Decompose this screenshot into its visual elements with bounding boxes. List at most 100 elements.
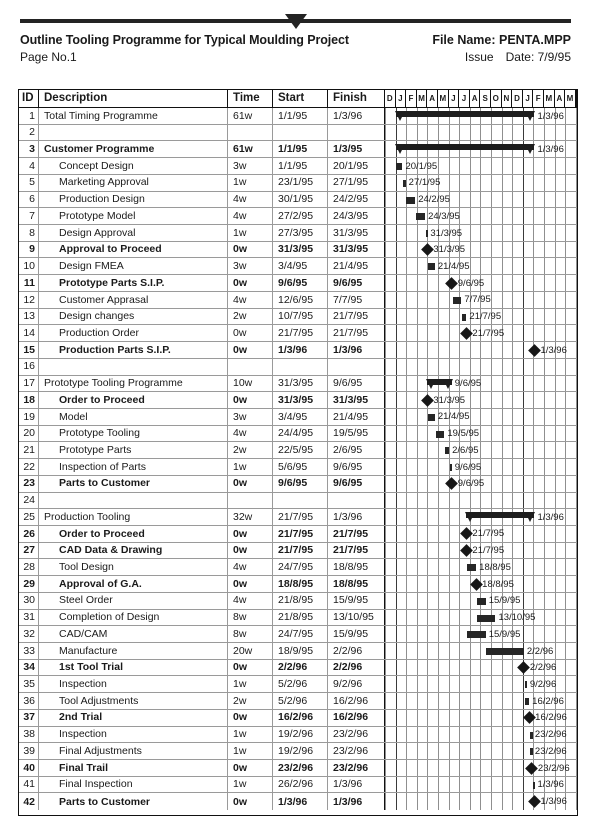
- table-row[interactable]: 27 CAD Data & Drawing 0w 21/7/95 21/7/95 21/7…: [19, 542, 577, 560]
- table-row[interactable]: 31 Completion of Design 8w 21/8/95 13/10/95 1…: [19, 609, 577, 627]
- gantt-task-bar-39[interactable]: [530, 748, 533, 756]
- gridline: [501, 726, 503, 743]
- table-row[interactable]: 2: [19, 124, 577, 142]
- issue-label: Issue: [464, 50, 494, 64]
- cell-start-21: 22/5/95: [273, 442, 328, 459]
- gantt-task-bar-30[interactable]: [477, 597, 486, 605]
- gantt-task-bar-22[interactable]: [449, 464, 453, 472]
- cell-finish-1: 1/3/96: [328, 108, 385, 124]
- table-row[interactable]: 8 Design Approval 1w 27/3/95 31/3/95 31/3/95: [19, 225, 577, 242]
- gantt-task-bar-5[interactable]: [403, 179, 406, 187]
- gridline: [469, 643, 471, 659]
- table-row[interactable]: 35 Inspection 1w 5/2/96 9/2/96 9/2/96: [19, 676, 577, 694]
- gantt-task-bar-4[interactable]: [395, 163, 403, 171]
- gantt-task-bar-13[interactable]: [462, 313, 467, 321]
- table-row[interactable]: 42 Parts to Customer 0w 1/3/96 1/3/96 1/3/96: [19, 793, 577, 811]
- table-row[interactable]: 40 Final Trail 0w 23/2/96 23/2/96 23/2/96: [19, 760, 577, 777]
- gantt-task-bar-32[interactable]: [467, 631, 486, 639]
- gantt-task-bar-10[interactable]: [427, 263, 435, 271]
- gridline: [512, 760, 514, 776]
- table-row[interactable]: 9 Approval to Proceed 0w 31/3/95 31/3/95 31/3…: [19, 241, 577, 259]
- gantt-task-bar-8[interactable]: [425, 230, 429, 238]
- gridline: [554, 559, 556, 576]
- gantt-summary-bar-3[interactable]: [394, 144, 536, 155]
- gantt-task-bar-31[interactable]: [477, 614, 496, 622]
- cell-start-25: 21/7/95: [273, 509, 328, 525]
- gantt-task-bar-7[interactable]: [415, 213, 426, 221]
- table-row[interactable]: 20 Prototype Tooling 4w 24/4/95 19/5/95 19/5/…: [19, 425, 577, 443]
- gantt-task-bar-36[interactable]: [524, 698, 530, 706]
- gantt-task-bar-38[interactable]: [530, 731, 533, 739]
- table-row[interactable]: 13 Design changes 2w 10/7/95 21/7/95 21/7/95: [19, 308, 577, 326]
- table-row[interactable]: 34 1st Tool Trial 0w 2/2/96 2/2/96 2/2/96: [19, 659, 577, 677]
- gantt-label-32: 15/9/95: [488, 628, 521, 640]
- gridline: [575, 191, 577, 208]
- table-row[interactable]: 23 Parts to Customer 0w 9/6/95 9/6/95 9/6/95: [19, 475, 577, 493]
- timeline-month-18: J: [576, 90, 577, 107]
- table-row[interactable]: 41 Final Inspection 1w 26/2/96 1/3/96 1/3/96: [19, 776, 577, 794]
- table-row[interactable]: 37 2nd Trial 0w 16/2/96 16/2/96 16/2/96: [19, 709, 577, 727]
- table-row[interactable]: 4 Concept Design 3w 1/1/95 20/1/95 20/1/95: [19, 158, 577, 175]
- gridline: [522, 241, 524, 258]
- gridline: [491, 709, 492, 726]
- gantt-task-bar-28[interactable]: [467, 564, 477, 572]
- gantt-task-bar-6[interactable]: [406, 196, 416, 204]
- table-row[interactable]: 29 Approval of G.A. 0w 18/8/95 18/8/95 18/8/9…: [19, 576, 577, 593]
- table-row[interactable]: 6 Production Design 4w 30/1/95 24/2/95 24/2/9…: [19, 191, 577, 209]
- table-row[interactable]: 10 Design FMEA 3w 3/4/95 21/4/95 21/4/95: [19, 258, 577, 276]
- table-row[interactable]: 17 Prototype Tooling Programme 10w 31/3/95 9…: [19, 375, 577, 393]
- table-row[interactable]: 19 Model 3w 3/4/95 21/4/95 21/4/95: [19, 408, 577, 426]
- gantt-label-12: 7/7/95: [464, 294, 491, 306]
- table-row[interactable]: 14 Production Order 0w 21/7/95 21/7/95 21/7/9…: [19, 325, 577, 343]
- gridline: [512, 659, 514, 676]
- gridline: [438, 726, 439, 743]
- cell-id-25: 25: [19, 509, 39, 525]
- cell-id-10: 10: [19, 258, 39, 275]
- gantt-summary-bar-25[interactable]: [465, 512, 536, 523]
- table-row[interactable]: 28 Tool Design 4w 24/7/95 18/8/95 18/8/95: [19, 559, 577, 577]
- table-row[interactable]: 26 Order to Proceed 0w 21/7/95 21/7/95 21/7/9…: [19, 525, 577, 543]
- table-row[interactable]: 33 Manufacture 20w 18/9/95 2/2/96 2/2/96: [19, 643, 577, 660]
- table-row[interactable]: 16: [19, 358, 577, 376]
- cell-id-11: 11: [19, 275, 39, 291]
- table-row[interactable]: 32 CAD/CAM 8w 24/7/95 15/9/95 15/9/95: [19, 626, 577, 643]
- cell-finish-26: 21/7/95: [328, 525, 385, 542]
- gantt-summary-bar-1[interactable]: [394, 111, 536, 121]
- gantt-task-bar-20[interactable]: [435, 430, 445, 438]
- table-row[interactable]: 38 Inspection 1w 19/2/96 23/2/96 23/2/96: [19, 726, 577, 744]
- gantt-task-bar-41[interactable]: [532, 781, 536, 789]
- gantt-summary-bar-17[interactable]: [426, 378, 454, 389]
- table-row[interactable]: 25 Production Tooling 32w 21/7/95 1/3/96 1/3/…: [19, 509, 577, 526]
- table-row[interactable]: 3 Customer Programme 61w 1/1/95 1/3/95 1/3/96: [19, 141, 577, 159]
- gridline: [406, 442, 408, 459]
- cell-description-25: Production Tooling: [39, 509, 228, 525]
- table-row[interactable]: 15 Production Parts S.I.P. 0w 1/3/96 1/3/96 1…: [19, 342, 577, 359]
- table-row[interactable]: 5 Marketing Approval 1w 23/1/95 27/1/95 27/1/…: [19, 174, 577, 192]
- table-row[interactable]: 30 Steel Order 4w 21/8/95 15/9/95 15/9/95: [19, 592, 577, 610]
- table-row[interactable]: 1 Total Timing Programme 61w 1/1/95 1/3/96 1/…: [19, 108, 577, 125]
- cell-time-19: 3w: [228, 408, 273, 425]
- gantt-task-bar-19[interactable]: [427, 413, 435, 421]
- table-row[interactable]: 18 Order to Proceed 0w 31/3/95 31/3/95 31/3/9…: [19, 392, 577, 409]
- table-row[interactable]: 7 Prototype Model 4w 27/2/95 24/3/95 24/3/95: [19, 208, 577, 226]
- table-row[interactable]: 39 Final Adjustments 1w 19/2/96 23/2/96 23/2/…: [19, 743, 577, 761]
- gantt-task-bar-35[interactable]: [524, 681, 528, 689]
- gridline: [480, 208, 482, 225]
- table-row[interactable]: 11 Prototype Parts S.I.P. 0w 9/6/95 9/6/95 9/…: [19, 275, 577, 292]
- gantt-task-bar-12[interactable]: [452, 296, 462, 304]
- timeline-month-4: A: [427, 90, 438, 107]
- table-row[interactable]: 36 Tool Adjustments 2w 5/2/96 16/2/96 16/2/96: [19, 693, 577, 710]
- gridline: [448, 358, 450, 375]
- gantt-task-bar-21[interactable]: [445, 447, 450, 455]
- table-row[interactable]: 22 Inspection of Parts 1w 5/6/95 9/6/95 9/6/9…: [19, 459, 577, 476]
- cell-description-33: Manufacture: [39, 643, 228, 659]
- gridline: [575, 793, 577, 811]
- gridline: [416, 459, 418, 475]
- table-row[interactable]: 12 Customer Apprasal 4w 12/6/95 7/7/95 7/7/95: [19, 291, 577, 309]
- gridline: [406, 375, 408, 392]
- gantt-task-bar-33[interactable]: [486, 648, 524, 655]
- cell-finish-4: 20/1/95: [328, 158, 385, 174]
- table-row[interactable]: 21 Prototype Parts 2w 22/5/95 2/6/95 2/6/95: [19, 442, 577, 460]
- cell-time-6: 4w: [228, 191, 273, 208]
- table-row[interactable]: 24: [19, 492, 577, 510]
